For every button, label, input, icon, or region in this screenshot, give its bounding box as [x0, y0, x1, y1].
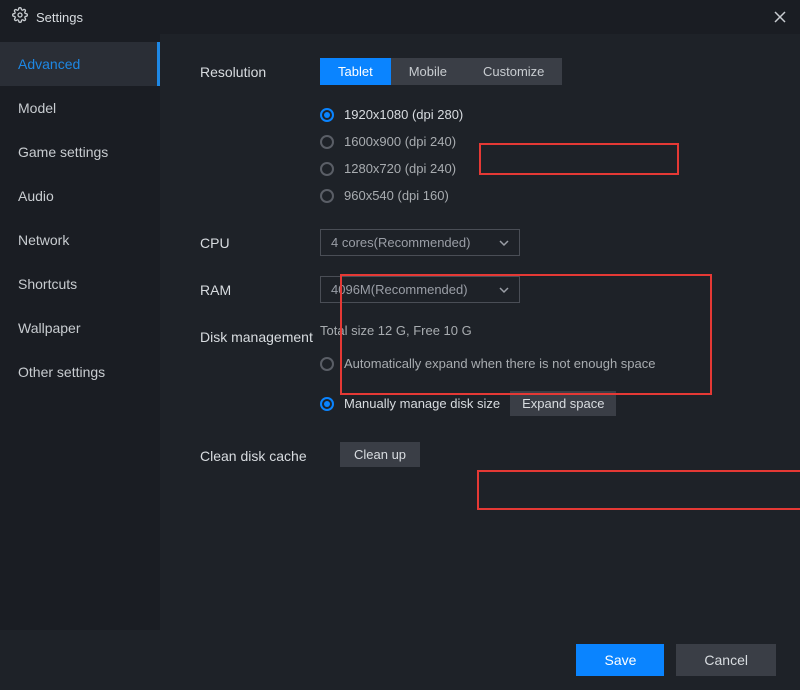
disk-label: Disk management: [200, 323, 320, 345]
disk-auto-option[interactable]: Automatically expand when there is not e…: [320, 350, 772, 377]
sidebar-item-label: Network: [18, 232, 69, 248]
sidebar-item-advanced[interactable]: Advanced: [0, 42, 160, 86]
radio-label: 960x540 (dpi 160): [344, 188, 449, 203]
disk-value: Total size 12 G, Free 10 G Automatically…: [320, 323, 772, 422]
cleanup-button[interactable]: Clean up: [340, 442, 420, 467]
sidebar-item-network[interactable]: Network: [0, 218, 160, 262]
resolution-option-1280[interactable]: 1280x720 (dpi 240): [320, 155, 772, 182]
clean-value: Clean up: [340, 442, 772, 467]
clean-label: Clean disk cache: [200, 442, 340, 464]
cancel-button[interactable]: Cancel: [676, 644, 776, 676]
ram-select[interactable]: 4096M(Recommended): [320, 276, 520, 303]
resolution-tabs: Tablet Mobile Customize: [320, 58, 772, 85]
cpu-value: 4 cores(Recommended): [320, 229, 772, 256]
sidebar-item-shortcuts[interactable]: Shortcuts: [0, 262, 160, 306]
resolution-option-960[interactable]: 960x540 (dpi 160): [320, 182, 772, 209]
window-title: Settings: [36, 10, 83, 25]
ram-row: RAM 4096M(Recommended): [200, 276, 772, 303]
tab-tablet[interactable]: Tablet: [320, 58, 391, 85]
sidebar-item-label: Advanced: [18, 56, 80, 72]
radio-label: 1600x900 (dpi 240): [344, 134, 456, 149]
radio-icon: [320, 108, 334, 122]
highlight-disk-manual: [477, 470, 800, 510]
content: Resolution Tablet Mobile Customize 1920x…: [160, 34, 800, 630]
close-button[interactable]: [772, 9, 788, 25]
sidebar-item-label: Game settings: [18, 144, 108, 160]
resolution-label: Resolution: [200, 58, 320, 80]
sidebar-item-label: Wallpaper: [18, 320, 81, 336]
titlebar: Settings: [0, 0, 800, 34]
radio-label: 1280x720 (dpi 240): [344, 161, 456, 176]
cpu-select[interactable]: 4 cores(Recommended): [320, 229, 520, 256]
sidebar-item-audio[interactable]: Audio: [0, 174, 160, 218]
resolution-option-1600[interactable]: 1600x900 (dpi 240): [320, 128, 772, 155]
sidebar-item-label: Model: [18, 100, 56, 116]
sidebar-item-other-settings[interactable]: Other settings: [0, 350, 160, 394]
radio-label: Automatically expand when there is not e…: [344, 356, 655, 371]
save-button[interactable]: Save: [576, 644, 664, 676]
radio-icon: [320, 357, 334, 371]
ram-select-value: 4096M(Recommended): [331, 282, 468, 297]
sidebar: Advanced Model Game settings Audio Netwo…: [0, 34, 160, 630]
ram-value: 4096M(Recommended): [320, 276, 772, 303]
resolution-options: 1920x1080 (dpi 280) 1600x900 (dpi 240) 1…: [320, 101, 772, 209]
radio-label: Manually manage disk size: [344, 396, 500, 411]
footer: Save Cancel: [0, 630, 800, 690]
disk-row: Disk management Total size 12 G, Free 10…: [200, 323, 772, 422]
cpu-select-value: 4 cores(Recommended): [331, 235, 470, 250]
chevron-down-icon: [499, 238, 509, 248]
sidebar-item-game-settings[interactable]: Game settings: [0, 130, 160, 174]
chevron-down-icon: [499, 285, 509, 295]
main: Advanced Model Game settings Audio Netwo…: [0, 34, 800, 630]
expand-space-button[interactable]: Expand space: [510, 391, 616, 416]
sidebar-item-model[interactable]: Model: [0, 86, 160, 130]
close-icon: [774, 11, 786, 23]
tab-customize[interactable]: Customize: [465, 58, 562, 85]
resolution-row: Resolution Tablet Mobile Customize 1920x…: [200, 58, 772, 209]
cpu-row: CPU 4 cores(Recommended): [200, 229, 772, 256]
clean-row: Clean disk cache Clean up: [200, 442, 772, 467]
radio-icon: [320, 189, 334, 203]
radio-icon: [320, 135, 334, 149]
disk-manual-option[interactable]: Manually manage disk size Expand space: [320, 385, 772, 422]
titlebar-left: Settings: [12, 7, 83, 28]
tab-mobile[interactable]: Mobile: [391, 58, 465, 85]
radio-icon: [320, 162, 334, 176]
sidebar-item-label: Audio: [18, 188, 54, 204]
resolution-value: Tablet Mobile Customize 1920x1080 (dpi 2…: [320, 58, 772, 209]
radio-label: 1920x1080 (dpi 280): [344, 107, 463, 122]
ram-label: RAM: [200, 276, 320, 298]
gear-icon: [12, 7, 28, 28]
cpu-label: CPU: [200, 229, 320, 251]
sidebar-item-wallpaper[interactable]: Wallpaper: [0, 306, 160, 350]
disk-info: Total size 12 G, Free 10 G: [320, 323, 772, 338]
resolution-option-1920[interactable]: 1920x1080 (dpi 280): [320, 101, 772, 128]
radio-icon: [320, 397, 334, 411]
sidebar-item-label: Other settings: [18, 364, 105, 380]
sidebar-item-label: Shortcuts: [18, 276, 77, 292]
